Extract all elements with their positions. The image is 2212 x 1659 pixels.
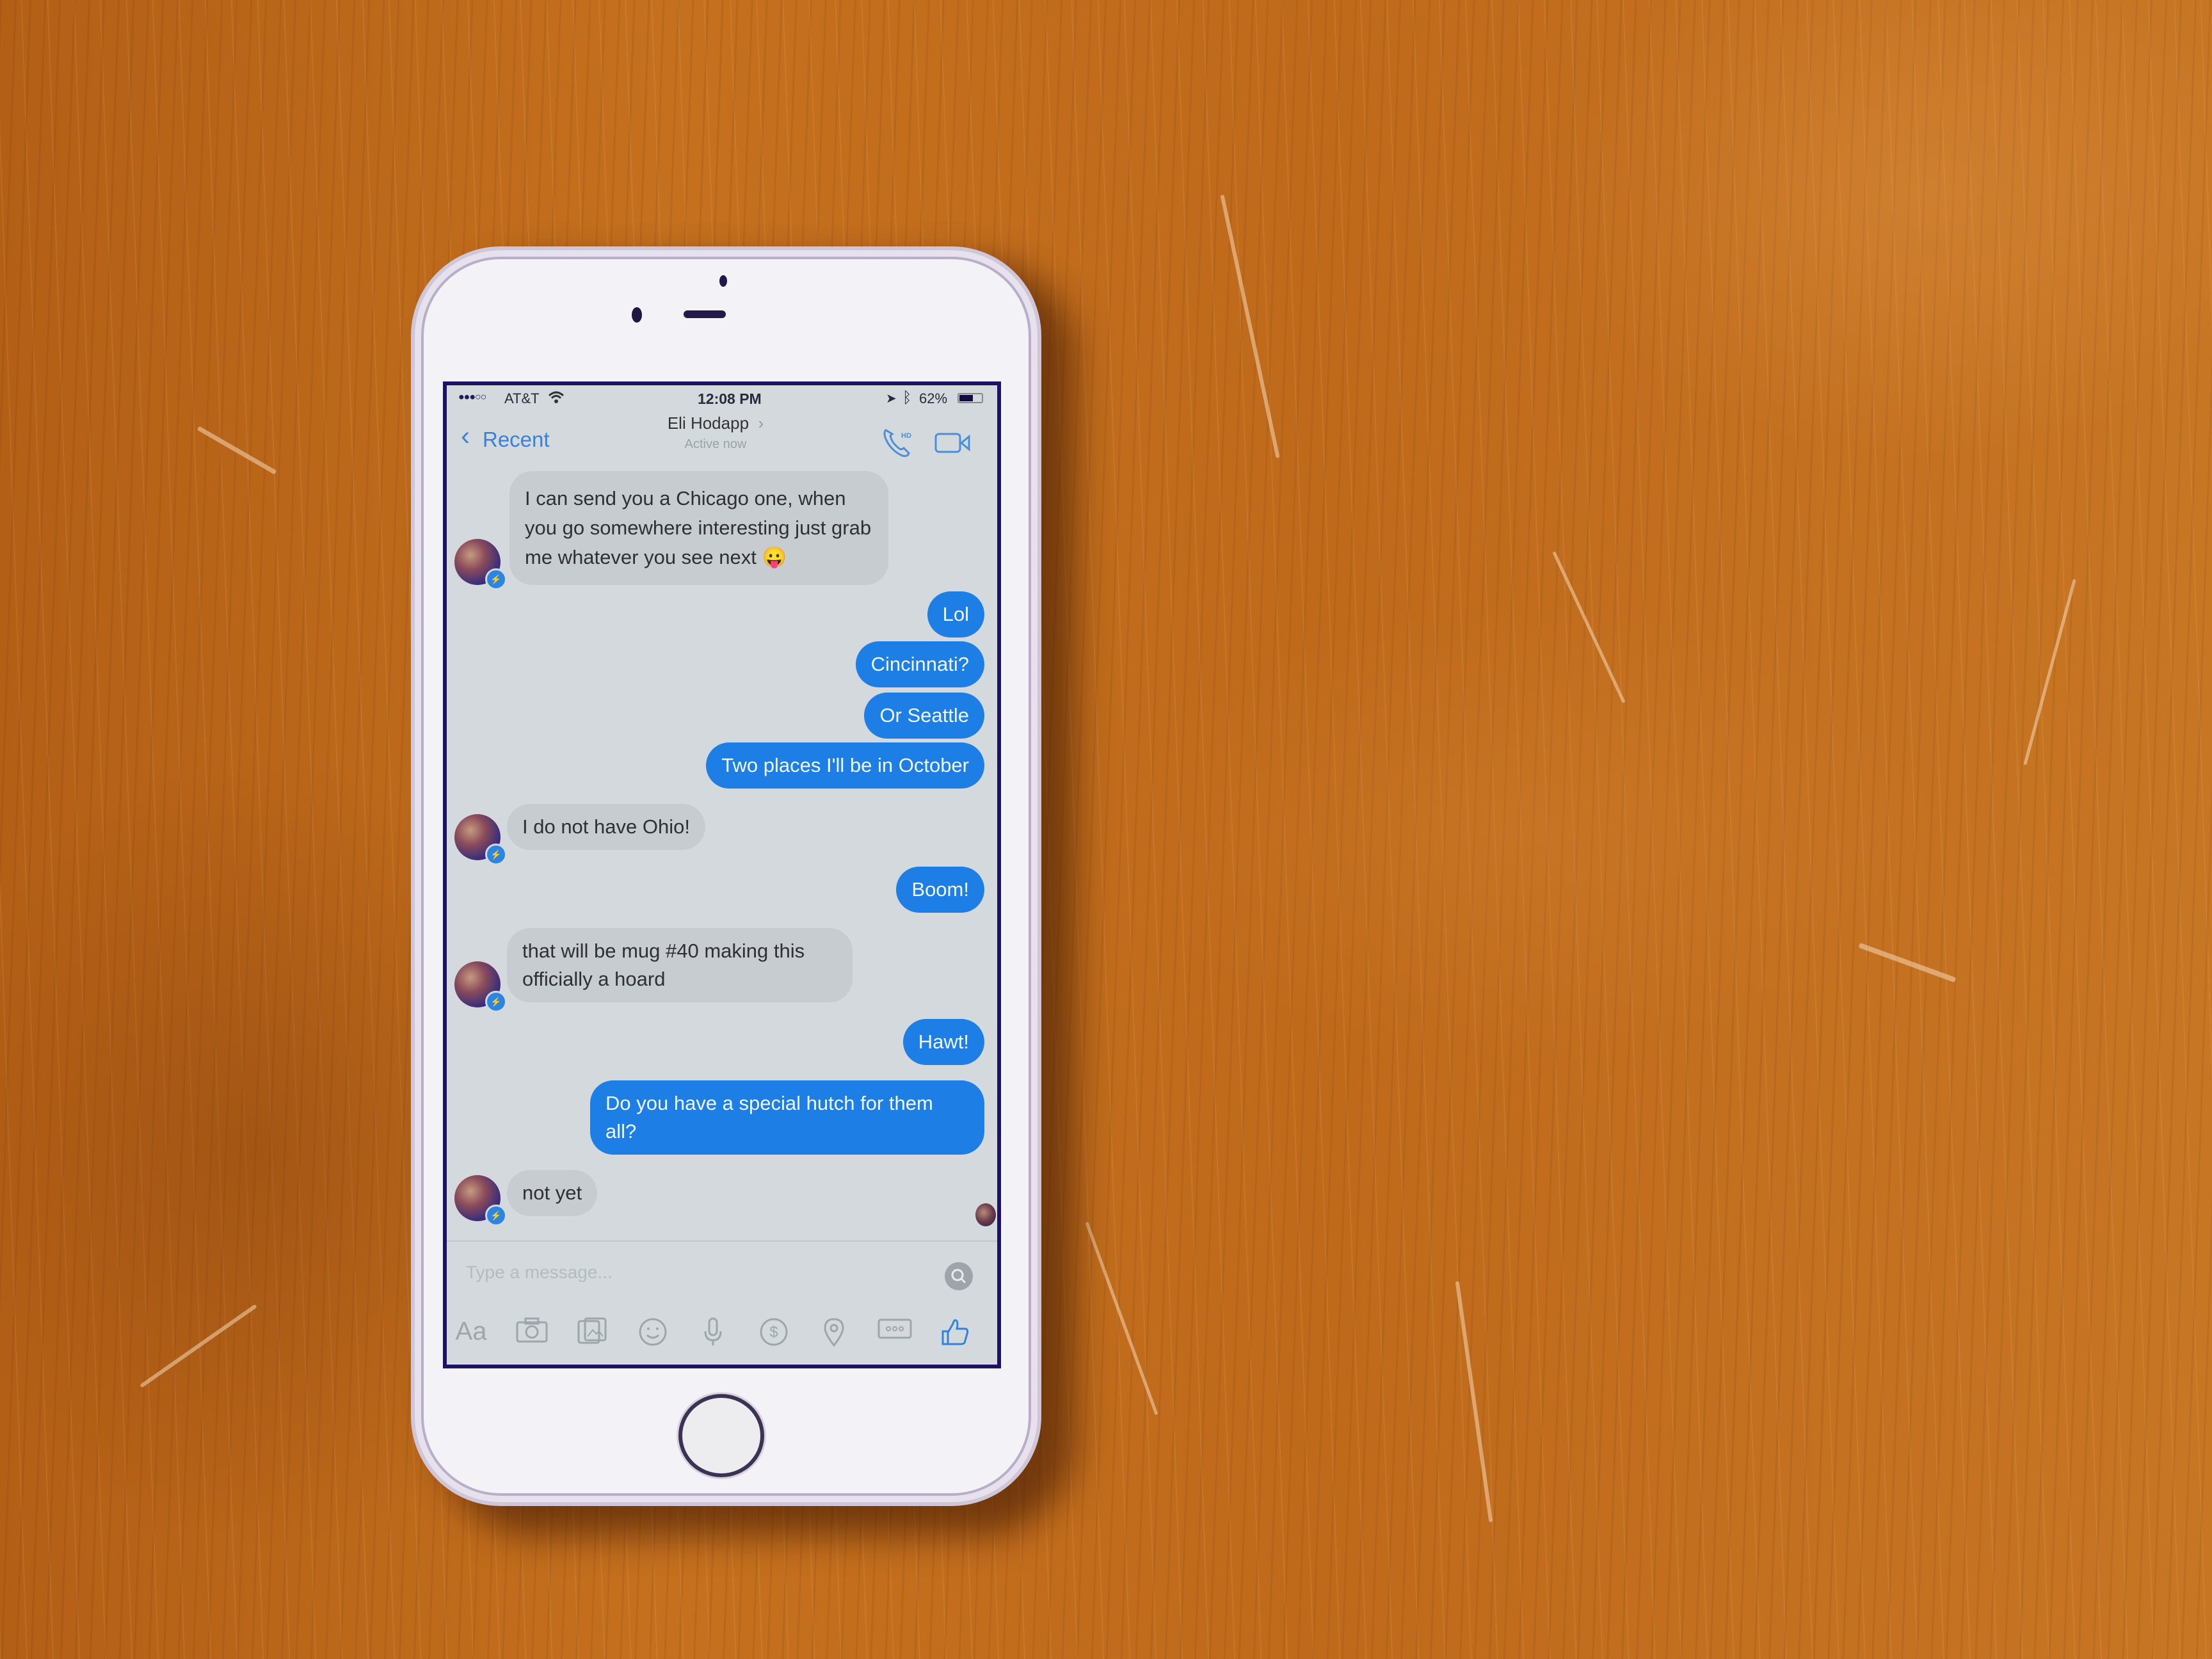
gallery-icon — [573, 1317, 611, 1345]
wood-scratch — [1858, 942, 1957, 983]
incoming-message-bubble[interactable]: I do not have Ohio! — [507, 804, 705, 850]
wood-scratch — [140, 1304, 257, 1388]
wifi-icon — [548, 390, 565, 408]
location-arrow-icon: ➤ — [886, 392, 897, 406]
wood-scratch — [1455, 1281, 1493, 1523]
back-label: Recent — [483, 428, 550, 451]
conversation-title[interactable]: Eli Hodapp › Active now — [575, 413, 856, 452]
search-icon — [951, 1269, 966, 1284]
front-camera — [632, 307, 642, 323]
message-text: Or Seattle — [879, 704, 969, 726]
contact-name: Eli Hodapp — [667, 413, 749, 433]
message-text: I do not have Ohio! — [522, 815, 690, 838]
wood-scratch — [1552, 551, 1626, 703]
wood-scratch — [2023, 579, 2076, 765]
incoming-message-bubble[interactable]: not yet — [507, 1170, 598, 1216]
text-format-button[interactable]: Aa — [452, 1317, 490, 1346]
message-text: not yet — [522, 1182, 582, 1204]
search-button[interactable] — [945, 1262, 973, 1290]
presence-status: Active now — [684, 437, 747, 451]
camera-icon — [513, 1317, 551, 1343]
emoji-icon — [634, 1317, 672, 1347]
read-receipt-avatar — [975, 1203, 996, 1226]
thumbs-up-icon — [936, 1317, 974, 1347]
messenger-screen: ●●●○○ AT&T 12:08 PM ➤ ᛒ 62% ‹ Recent Eli… — [443, 381, 1001, 1368]
signal-strength: ●●●○○ — [458, 392, 486, 403]
chevron-right-icon: › — [758, 413, 764, 433]
incoming-message-bubble[interactable]: I can send you a Chicago one, when you g… — [509, 471, 888, 585]
outgoing-message-bubble[interactable]: Boom! — [896, 867, 984, 913]
text-format-icon: Aa — [455, 1317, 487, 1345]
wood-scratch — [196, 426, 277, 475]
proximity-sensor — [719, 275, 727, 287]
more-button[interactable] — [876, 1317, 914, 1340]
carrier-label: AT&T — [504, 390, 540, 406]
outgoing-message-bubble[interactable]: Hawt! — [902, 1019, 984, 1065]
messenger-badge-icon: ⚡ — [485, 844, 507, 865]
microphone-button[interactable] — [694, 1317, 732, 1347]
wood-scratch — [1085, 1221, 1158, 1416]
status-bar: ●●●○○ AT&T 12:08 PM ➤ ᛒ 62% — [458, 389, 993, 411]
svg-text:$: $ — [769, 1324, 778, 1341]
emoji-button[interactable] — [634, 1317, 672, 1347]
composer-divider — [447, 1240, 997, 1242]
messenger-badge-icon: ⚡ — [485, 568, 507, 590]
message-text: Two places I'll be in October — [721, 754, 969, 776]
bluetooth-icon: ᛒ — [902, 389, 912, 406]
battery-fill — [959, 395, 974, 401]
incoming-message-bubble[interactable]: that will be mug #40 making this officia… — [507, 928, 853, 1002]
location-pin-icon — [815, 1317, 853, 1347]
phone-hd-icon: HD — [883, 429, 911, 457]
microphone-icon — [694, 1317, 732, 1347]
message-text: Boom! — [911, 878, 969, 901]
thumbs-up-button[interactable] — [936, 1317, 974, 1347]
outgoing-message-bubble[interactable]: Two places I'll be in October — [706, 742, 984, 789]
outgoing-message-bubble[interactable]: Lol — [927, 591, 984, 637]
hd-badge: HD — [901, 432, 911, 440]
tongue-out-emoji-icon: 😛 — [756, 546, 787, 568]
outgoing-message-bubble[interactable]: Or Seattle — [864, 693, 984, 739]
video-camera-icon — [934, 433, 970, 453]
camera-button[interactable] — [513, 1317, 551, 1343]
message-text: that will be mug #40 making this officia… — [522, 940, 805, 990]
clock: 12:08 PM — [698, 390, 762, 407]
messenger-badge-icon: ⚡ — [485, 991, 507, 1013]
message-text: I can send you a Chicago one, when you g… — [525, 487, 872, 568]
earpiece-speaker — [684, 310, 726, 318]
message-input[interactable]: Type a message... — [466, 1262, 914, 1290]
message-text: Hawt! — [918, 1030, 969, 1053]
payment-icon: $ — [755, 1317, 793, 1347]
location-pin-button[interactable] — [815, 1317, 853, 1347]
gallery-button[interactable] — [573, 1317, 611, 1345]
message-text: Cincinnati? — [870, 653, 969, 675]
outgoing-message-bubble[interactable]: Cincinnati? — [855, 641, 984, 687]
message-text: Do you have a special hutch for them all… — [605, 1092, 933, 1142]
message-text: Lol — [942, 603, 969, 625]
outgoing-message-bubble[interactable]: Do you have a special hutch for them all… — [590, 1080, 984, 1155]
payment-button[interactable]: $ — [755, 1317, 793, 1347]
home-button[interactable] — [678, 1394, 764, 1477]
wood-scratch — [1220, 194, 1280, 459]
voice-call-button[interactable]: HD — [882, 426, 918, 460]
battery-icon — [958, 393, 983, 403]
battery-percent: 62% — [919, 390, 948, 406]
messenger-badge-icon: ⚡ — [485, 1205, 507, 1226]
video-call-button[interactable] — [934, 430, 973, 456]
chevron-left-icon: ‹ — [461, 421, 470, 451]
more-icon — [876, 1317, 914, 1340]
